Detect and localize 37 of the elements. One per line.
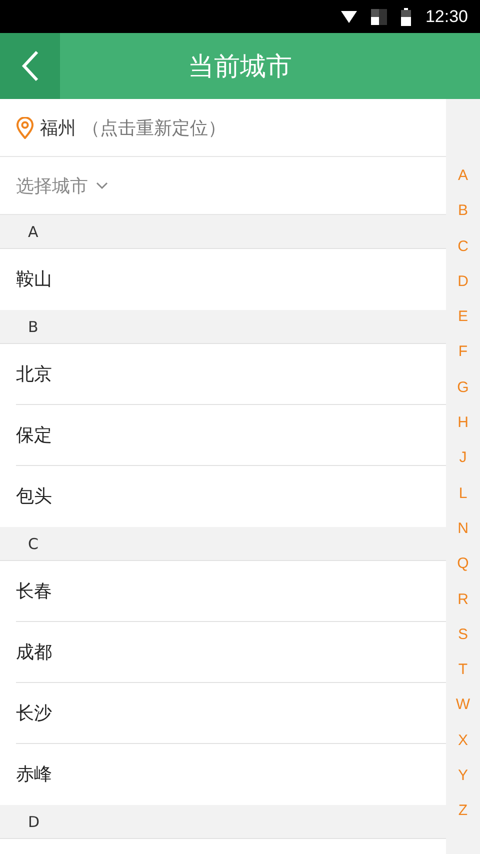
index-letter[interactable]: W [456, 696, 470, 732]
location-pin-icon [16, 116, 34, 138]
index-letter[interactable]: E [458, 308, 468, 344]
relocate-link[interactable]: （点击重新定位） [82, 116, 226, 140]
city-item[interactable]: 包头 [16, 466, 446, 527]
signal-icon [371, 8, 388, 24]
city-item[interactable]: 赤峰 [16, 744, 446, 805]
index-letter[interactable]: T [458, 661, 468, 696]
index-letter[interactable]: L [458, 484, 468, 520]
page-title: 当前城市 [188, 50, 292, 84]
index-letter[interactable]: Q [457, 555, 469, 591]
wifi-icon [341, 10, 358, 24]
index-letter[interactable]: X [458, 732, 468, 768]
status-time: 12:30 [425, 6, 468, 26]
index-letter[interactable]: Z [458, 802, 468, 838]
current-city: 福州 [40, 116, 76, 140]
index-letter[interactable]: A [458, 167, 468, 202]
index-letter[interactable]: G [457, 378, 469, 414]
city-item[interactable]: 鞍山 [16, 249, 446, 310]
section-letter: B [28, 318, 38, 336]
section-letter: C [28, 534, 38, 552]
section-letter: A [28, 222, 38, 240]
index-letter[interactable]: C [458, 238, 468, 273]
city-dropdown[interactable]: 选择城市 [16, 174, 108, 198]
caret-icon [96, 182, 108, 190]
index-letter[interactable]: H [458, 414, 468, 450]
index-letter[interactable]: S [458, 626, 468, 662]
index-letter[interactable]: B [458, 202, 468, 238]
index-letter[interactable]: J [459, 449, 467, 485]
index-letter[interactable]: F [458, 343, 468, 379]
index-letter[interactable]: N [458, 520, 468, 556]
index-letter[interactable]: R [458, 590, 468, 626]
index-letter[interactable]: Y [458, 767, 468, 802]
index-letter[interactable]: D [458, 272, 468, 308]
section-letter: D [28, 812, 40, 830]
back-button[interactable] [0, 33, 60, 99]
battery-icon [401, 8, 412, 26]
